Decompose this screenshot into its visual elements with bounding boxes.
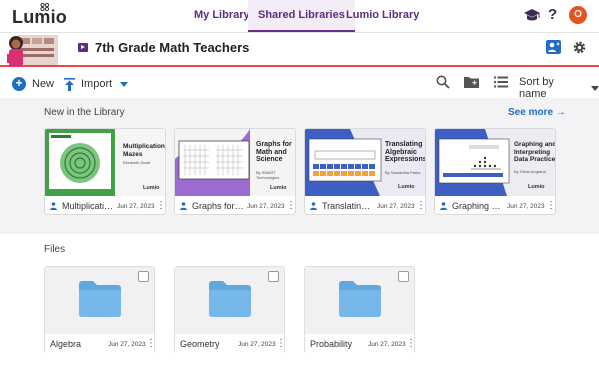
kebab-icon[interactable]: ⋮ xyxy=(146,339,156,349)
card-name: Translating Algebraic Expressions xyxy=(322,201,374,211)
share-user-icon[interactable] xyxy=(546,40,561,54)
thumb-brand: Lumio xyxy=(398,184,415,190)
chevron-down-icon xyxy=(591,85,599,91)
import-button[interactable]: Import xyxy=(64,76,129,92)
folder-date: Jun 27, 2023 xyxy=(238,340,276,348)
chevron-down-icon xyxy=(120,81,129,87)
plus-icon: + xyxy=(12,77,26,91)
search-icon[interactable] xyxy=(436,75,450,89)
kebab-icon[interactable]: ⋮ xyxy=(416,201,425,211)
folder-card[interactable]: Probability Jun 27, 2023 ⋮ xyxy=(304,266,416,354)
thumb-author: Elizabeth Dodd xyxy=(123,160,151,165)
thumb-title: Translating Algebraic Expressions xyxy=(385,141,426,163)
card-thumbnail: Graphing and Interpreting Data Practice … xyxy=(435,129,556,196)
page-title: 7th Grade Math Teachers xyxy=(95,40,250,55)
library-card[interactable]: Multiplication Mazes Elizabeth Dodd Lumi… xyxy=(44,128,166,215)
thumb-author: By Olivia Angrand xyxy=(514,169,546,174)
folder-date: Jun 27, 2023 xyxy=(108,340,146,348)
library-card[interactable]: Graphing and Interpreting Data Practice … xyxy=(434,128,556,215)
see-more-label: See more xyxy=(508,107,554,118)
folder-card[interactable]: Algebra Jun 27, 2023 ⋮ xyxy=(44,266,156,354)
library-card[interactable]: Translating Algebraic Expressions By Sam… xyxy=(304,128,426,215)
sort-label: Sort by name xyxy=(519,76,554,100)
person-icon xyxy=(50,202,57,210)
library-header xyxy=(0,32,599,65)
folder-name: Algebra xyxy=(50,339,82,349)
folder-meta: Algebra Jun 27, 2023 ⋮ xyxy=(45,334,156,354)
kebab-icon[interactable]: ⋮ xyxy=(546,201,555,211)
card-thumbnail: Graphs for Math and Science By SMART Tec… xyxy=(175,129,295,196)
kebab-icon[interactable]: ⋮ xyxy=(406,339,416,349)
import-icon xyxy=(64,77,75,91)
folder-meta: Probability Jun 27, 2023 ⋮ xyxy=(305,334,416,354)
folder-icon xyxy=(209,281,251,317)
sort-dropdown[interactable]: Sort by name xyxy=(519,76,599,100)
thumb-brand: Lumio xyxy=(143,185,160,191)
section-label-files: Files xyxy=(44,244,66,255)
card-thumbnail: Translating Algebraic Expressions By Sam… xyxy=(305,129,426,196)
select-checkbox[interactable] xyxy=(398,271,409,282)
person-icon xyxy=(310,202,317,210)
folder-date: Jun 27, 2023 xyxy=(368,340,406,348)
person-icon xyxy=(440,202,447,210)
new-button-label: New xyxy=(32,78,55,90)
gear-icon[interactable] xyxy=(572,40,587,55)
card-date: Jun 27, 2023 xyxy=(117,202,155,210)
card-date: Jun 27, 2023 xyxy=(507,202,545,210)
card-meta: Graphs for Math and Science Jun 27, 2023… xyxy=(175,196,295,214)
user-avatar[interactable]: O xyxy=(569,6,587,24)
folder-thumbnail xyxy=(305,267,414,334)
folder-icon xyxy=(79,281,121,317)
thumb-title: Graphs for Math and Science xyxy=(256,141,292,163)
select-checkbox[interactable] xyxy=(268,271,279,282)
kebab-icon[interactable]: ⋮ xyxy=(156,201,165,211)
shared-folder-icon xyxy=(78,43,88,52)
help-icon[interactable]: ? xyxy=(548,6,557,23)
import-button-label: Import xyxy=(81,78,113,90)
thumb-title: Multiplication Mazes xyxy=(123,143,165,158)
card-thumbnail: Multiplication Mazes Elizabeth Dodd Lumi… xyxy=(45,129,165,196)
thumb-title: Graphing and Interpreting Data Practice xyxy=(514,141,556,163)
card-meta: Graphing and Interpreting Data Practice … xyxy=(435,196,555,214)
folder-meta: Geometry Jun 27, 2023 ⋮ xyxy=(175,334,286,354)
folder-card[interactable]: Geometry Jun 27, 2023 ⋮ xyxy=(174,266,286,354)
teacher-mascot-icon xyxy=(7,35,58,67)
card-date: Jun 27, 2023 xyxy=(377,202,415,210)
card-date: Jun 27, 2023 xyxy=(247,202,285,210)
list-view-icon[interactable] xyxy=(494,76,508,88)
section-label-new: New in the Library xyxy=(44,107,125,118)
kebab-icon[interactable]: ⋮ xyxy=(276,339,286,349)
card-name: Graphs for Math and Science xyxy=(192,201,244,211)
new-folder-icon[interactable] xyxy=(464,76,479,88)
graduation-cap-icon[interactable] xyxy=(523,7,541,23)
thumb-author: By SMART Technologies xyxy=(256,170,280,180)
person-icon xyxy=(180,202,187,210)
arrow-right-icon: → xyxy=(555,107,566,118)
folder-name: Probability xyxy=(310,339,353,349)
tab-lumio-library[interactable]: Lumio Library xyxy=(336,0,429,32)
thumb-brand: Lumio xyxy=(270,185,287,191)
thumb-brand: Lumio xyxy=(528,184,545,190)
card-name: Graphing and Interpreting Data Practice xyxy=(452,201,504,211)
card-name: Multiplication Mazes xyxy=(62,201,114,211)
thumb-author: By Samantha Parks xyxy=(385,170,421,175)
folder-thumbnail xyxy=(45,267,154,334)
new-button[interactable]: + New xyxy=(12,76,54,92)
folder-thumbnail xyxy=(175,267,284,334)
card-meta: Multiplication Mazes Jun 27, 2023 ⋮ xyxy=(45,196,165,214)
folder-icon xyxy=(339,281,381,317)
select-checkbox[interactable] xyxy=(138,271,149,282)
see-more-link[interactable]: See more → xyxy=(508,107,566,118)
library-card[interactable]: Graphs for Math and Science By SMART Tec… xyxy=(174,128,296,215)
logo-mark-icon xyxy=(40,3,50,11)
kebab-icon[interactable]: ⋮ xyxy=(286,201,295,211)
folder-name: Geometry xyxy=(180,339,220,349)
card-meta: Translating Algebraic Expressions Jun 27… xyxy=(305,196,425,214)
